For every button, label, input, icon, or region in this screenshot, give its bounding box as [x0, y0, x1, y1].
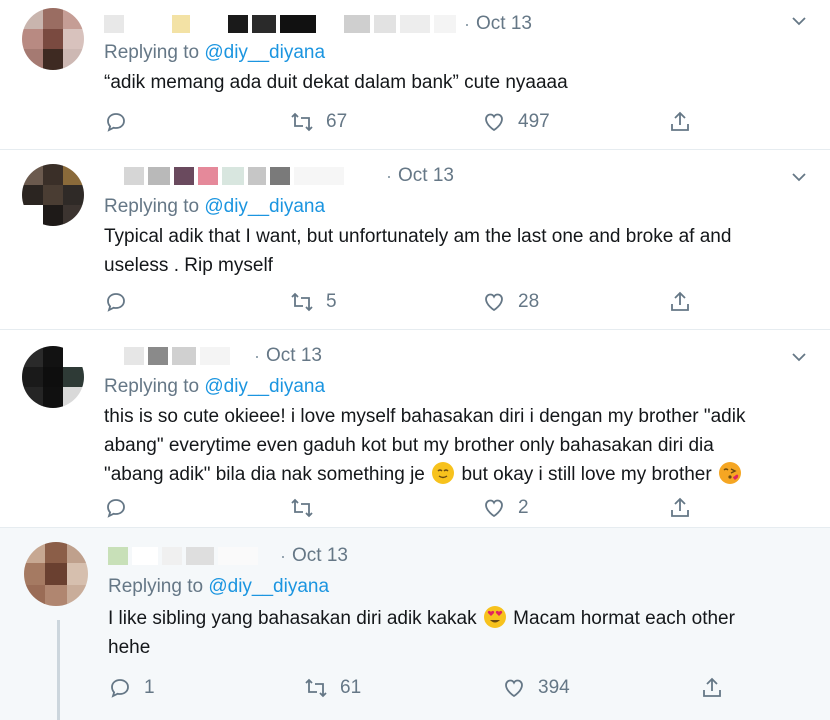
retweet-icon	[291, 292, 313, 312]
retweet-icon	[291, 498, 313, 518]
thread-connector-line	[57, 620, 60, 720]
like-button[interactable]: 2	[482, 496, 529, 520]
share-button[interactable]	[700, 676, 724, 700]
kissing-face-emoji-icon	[718, 462, 741, 484]
retweet-button[interactable]: 61	[304, 676, 361, 700]
chevron-down-icon[interactable]	[790, 348, 808, 366]
reply-handle-link[interactable]: @diy__diyana	[204, 42, 325, 63]
tweet-text: this is so cute okieee! i love myself ba…	[104, 406, 746, 485]
chevron-down-icon[interactable]	[790, 12, 808, 30]
like-button[interactable]: 497	[482, 110, 550, 134]
display-name-redacted[interactable]: · Oct 13	[104, 344, 322, 368]
reply-icon	[107, 293, 125, 312]
tweet[interactable]: · Oct 13 Replying to @diy__diyana this i…	[0, 330, 830, 528]
share-button[interactable]	[668, 290, 692, 314]
share-button[interactable]	[668, 496, 692, 520]
reply-icon	[107, 499, 125, 518]
share-icon	[671, 497, 689, 517]
tweet-date[interactable]: Oct 13	[398, 165, 454, 187]
separator-dot: ·	[254, 345, 260, 366]
share-icon	[703, 677, 721, 697]
replying-to: Replying to @diy__diyana	[104, 376, 326, 397]
avatar[interactable]	[22, 346, 84, 408]
tweet[interactable]: · Oct 13 Replying to @diy__diyana Typica…	[0, 150, 830, 330]
like-icon	[485, 499, 503, 518]
like-icon	[505, 679, 523, 698]
reply-icon	[111, 679, 129, 698]
chevron-down-icon[interactable]	[790, 168, 808, 186]
reply-button[interactable]	[104, 496, 140, 520]
display-name-redacted[interactable]: · Oct 13	[104, 12, 532, 36]
tweet-actions: 1 61 394	[108, 676, 808, 704]
tweet-date[interactable]: Oct 13	[476, 13, 532, 35]
like-button[interactable]: 28	[482, 290, 539, 314]
relieved-face-emoji-icon	[432, 462, 455, 484]
share-button[interactable]	[668, 110, 692, 134]
replying-to: Replying to @diy__diyana	[104, 196, 326, 217]
avatar[interactable]	[24, 542, 88, 606]
tweet[interactable]: · Oct 13 Replying to @diy__diyana I like…	[0, 528, 830, 720]
reply-button[interactable]: 1	[108, 676, 155, 700]
reply-handle-link[interactable]: @diy__diyana	[204, 376, 325, 397]
reply-icon	[107, 113, 125, 132]
retweet-button[interactable]: 5	[290, 290, 337, 314]
tweet-date[interactable]: Oct 13	[292, 545, 348, 567]
separator-dot: ·	[386, 165, 392, 186]
reply-handle-link[interactable]: @diy__diyana	[208, 576, 329, 597]
share-icon	[671, 111, 689, 131]
reply-handle-link[interactable]: @diy__diyana	[204, 196, 325, 217]
avatar[interactable]	[22, 8, 84, 70]
reply-button[interactable]	[104, 110, 140, 134]
reply-button[interactable]	[104, 290, 140, 314]
retweet-icon	[305, 678, 327, 698]
tweet-text: “adik memang ada duit dekat dalam bank” …	[104, 72, 568, 93]
tweet-actions: 5 28	[104, 290, 804, 318]
tweet-date[interactable]: Oct 13	[266, 345, 322, 367]
tweet-actions: 67 497	[104, 110, 804, 138]
heart-eyes-emoji-icon	[483, 606, 506, 628]
display-name-redacted[interactable]: · Oct 13	[104, 164, 454, 188]
tweet[interactable]: · Oct 13 Replying to @diy__diyana “adik …	[0, 0, 830, 150]
replying-to: Replying to @diy__diyana	[108, 576, 330, 597]
tweet-text: I like sibling yang bahasakan diri adik …	[108, 606, 735, 658]
share-icon	[671, 291, 689, 311]
like-button[interactable]: 394	[502, 676, 570, 700]
retweet-button[interactable]	[290, 496, 326, 520]
separator-dot: ·	[280, 545, 286, 566]
avatar[interactable]	[22, 164, 84, 226]
retweet-button[interactable]: 67	[290, 110, 347, 134]
tweet-actions: 2	[104, 496, 804, 524]
like-icon	[485, 293, 503, 312]
separator-dot: ·	[464, 13, 470, 34]
display-name-redacted[interactable]: · Oct 13	[108, 544, 348, 568]
replying-to: Replying to @diy__diyana	[104, 42, 326, 63]
tweet-text: Typical adik that I want, but unfortunat…	[104, 226, 732, 276]
retweet-icon	[291, 112, 313, 132]
like-icon	[485, 113, 503, 132]
